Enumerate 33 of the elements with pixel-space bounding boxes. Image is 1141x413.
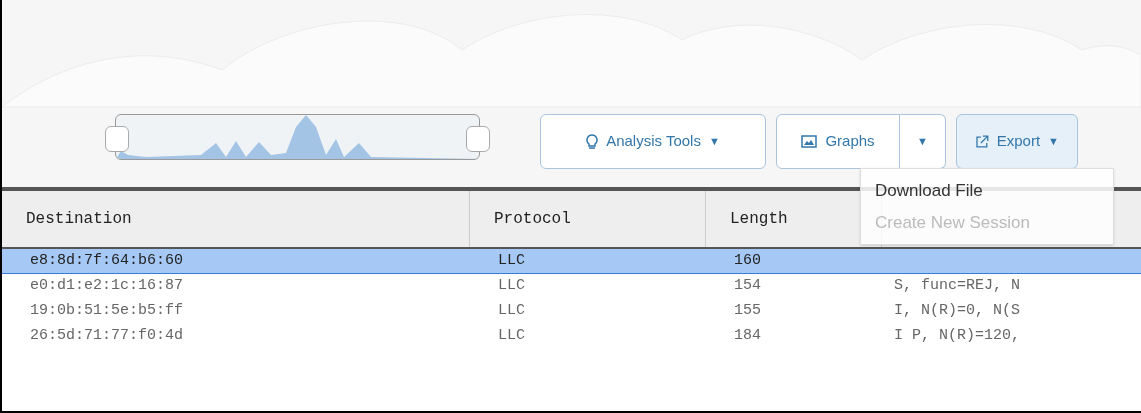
table-cell: I P, N(R)=120, xyxy=(894,327,1021,345)
table-cell: LLC xyxy=(498,327,525,345)
image-icon xyxy=(801,135,818,148)
table-cell: 19:0b:51:5e:b5:ff xyxy=(30,302,184,320)
table-row[interactable]: e8:8d:7f:64:b6:60 LLC 160 xyxy=(2,249,1141,274)
graphs-button[interactable]: Graphs xyxy=(776,114,900,169)
table-cell: 184 xyxy=(734,327,761,345)
table-cell: S, func=REJ, N xyxy=(894,277,1021,295)
range-handle[interactable] xyxy=(105,126,129,152)
lightbulb-icon xyxy=(586,133,599,150)
table-cell: e8:8d:7f:64:b6:60 xyxy=(30,251,184,269)
graphs-dropdown-button[interactable]: ▼ xyxy=(900,114,946,169)
table-cell: LLC xyxy=(498,302,525,320)
table-cell: LLC xyxy=(498,277,525,295)
caret-icon: ▼ xyxy=(708,133,720,150)
table-cell: e0:d1:e2:1c:16:87 xyxy=(30,277,184,295)
table-cell: 160 xyxy=(734,251,761,269)
table-row[interactable]: e0:d1:e2:1c:16:87 LLC 154 S, func=REJ, N xyxy=(2,274,1141,299)
range-handle[interactable] xyxy=(466,126,490,152)
external-link-icon xyxy=(975,134,989,149)
table-cell: 26:5d:71:77:f0:4d xyxy=(30,327,184,345)
caret-icon: ▼ xyxy=(917,133,928,150)
analysis-tools-button[interactable]: Analysis Tools ▼ xyxy=(540,114,766,169)
table-cell: I, N(R)=0, N(S xyxy=(894,302,1021,320)
table-cell: 155 xyxy=(734,302,761,320)
column-header[interactable]: Destination xyxy=(2,191,470,247)
table-cell: 154 xyxy=(734,277,761,295)
export-button[interactable]: Export ▼ xyxy=(956,114,1078,169)
table-cell: LLC xyxy=(498,251,525,269)
column-header[interactable]: Protocol xyxy=(470,191,706,247)
caret-icon: ▼ xyxy=(1048,133,1059,150)
table-row[interactable]: 19:0b:51:5e:b5:ff LLC 155 I, N(R)=0, N(S xyxy=(2,299,1141,324)
table-row[interactable]: 26:5d:71:77:f0:4d LLC 184 I P, N(R)=120, xyxy=(2,324,1141,349)
